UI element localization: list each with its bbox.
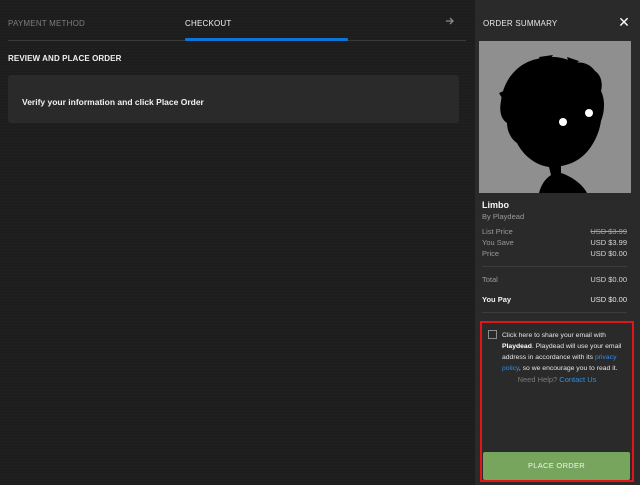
- game-developer: By Playdead: [482, 212, 525, 221]
- checkout-tabs: PAYMENT METHOD CHECKOUT: [8, 0, 466, 41]
- consent-text-1: Click here to share your email with: [502, 332, 606, 339]
- price-value: USD $0.00: [590, 249, 627, 258]
- consent-publisher: Playdead: [502, 343, 532, 350]
- need-help-text: Need Help?: [517, 375, 558, 384]
- tab-payment-method[interactable]: PAYMENT METHOD: [8, 19, 85, 28]
- list-price-row: List Price USD $3.99: [482, 227, 627, 237]
- place-order-button[interactable]: PLACE ORDER: [483, 452, 630, 480]
- review-section-title: REVIEW AND PLACE ORDER: [8, 54, 122, 63]
- contact-us-link[interactable]: Contact Us: [559, 375, 596, 384]
- consent-and-order-section: Click here to share your email with Play…: [480, 321, 634, 482]
- checkout-main-panel: PAYMENT METHOD CHECKOUT REVIEW AND PLACE…: [0, 0, 475, 485]
- you-save-label: You Save: [482, 238, 514, 247]
- verify-instruction: Verify your information and click Place …: [22, 97, 204, 107]
- close-icon[interactable]: ✕: [617, 14, 631, 30]
- price-row: Price USD $0.00: [482, 249, 627, 259]
- list-price-label: List Price: [482, 227, 513, 236]
- you-pay-value: USD $0.00: [590, 295, 627, 304]
- list-price-value: USD $3.99: [590, 227, 627, 236]
- you-pay-label: You Pay: [482, 295, 512, 304]
- limbo-boy-silhouette: [479, 41, 631, 193]
- summary-divider: [482, 312, 627, 313]
- game-title: Limbo: [482, 200, 509, 210]
- you-save-value: USD $3.99: [590, 238, 627, 247]
- share-email-consent: Click here to share your email with Play…: [502, 330, 632, 374]
- total-row: Total USD $0.00: [482, 275, 627, 285]
- share-email-checkbox[interactable]: [488, 330, 497, 339]
- you-pay-row: You Pay USD $0.00: [482, 295, 627, 305]
- consent-text-3: , so we encourage you to read it.: [518, 365, 618, 372]
- price-label: Price: [482, 249, 500, 258]
- verify-info-box: Verify your information and click Place …: [8, 75, 459, 123]
- tab-checkout[interactable]: CHECKOUT: [185, 19, 232, 28]
- order-summary-title: ORDER SUMMARY: [483, 19, 558, 28]
- you-save-row: You Save USD $3.99: [482, 238, 627, 248]
- total-value: USD $0.00: [590, 275, 627, 284]
- forward-arrow-icon[interactable]: [444, 16, 456, 28]
- active-tab-indicator: [185, 38, 348, 41]
- total-label: Total: [482, 275, 498, 284]
- need-help: Need Help? Contact Us: [482, 375, 632, 384]
- forward-arrow-icon-svg: [446, 17, 454, 25]
- price-divider: [482, 266, 627, 267]
- order-summary-panel: ORDER SUMMARY ✕ Limbo By Playdead List P…: [475, 0, 640, 485]
- game-cover-image: [479, 41, 631, 193]
